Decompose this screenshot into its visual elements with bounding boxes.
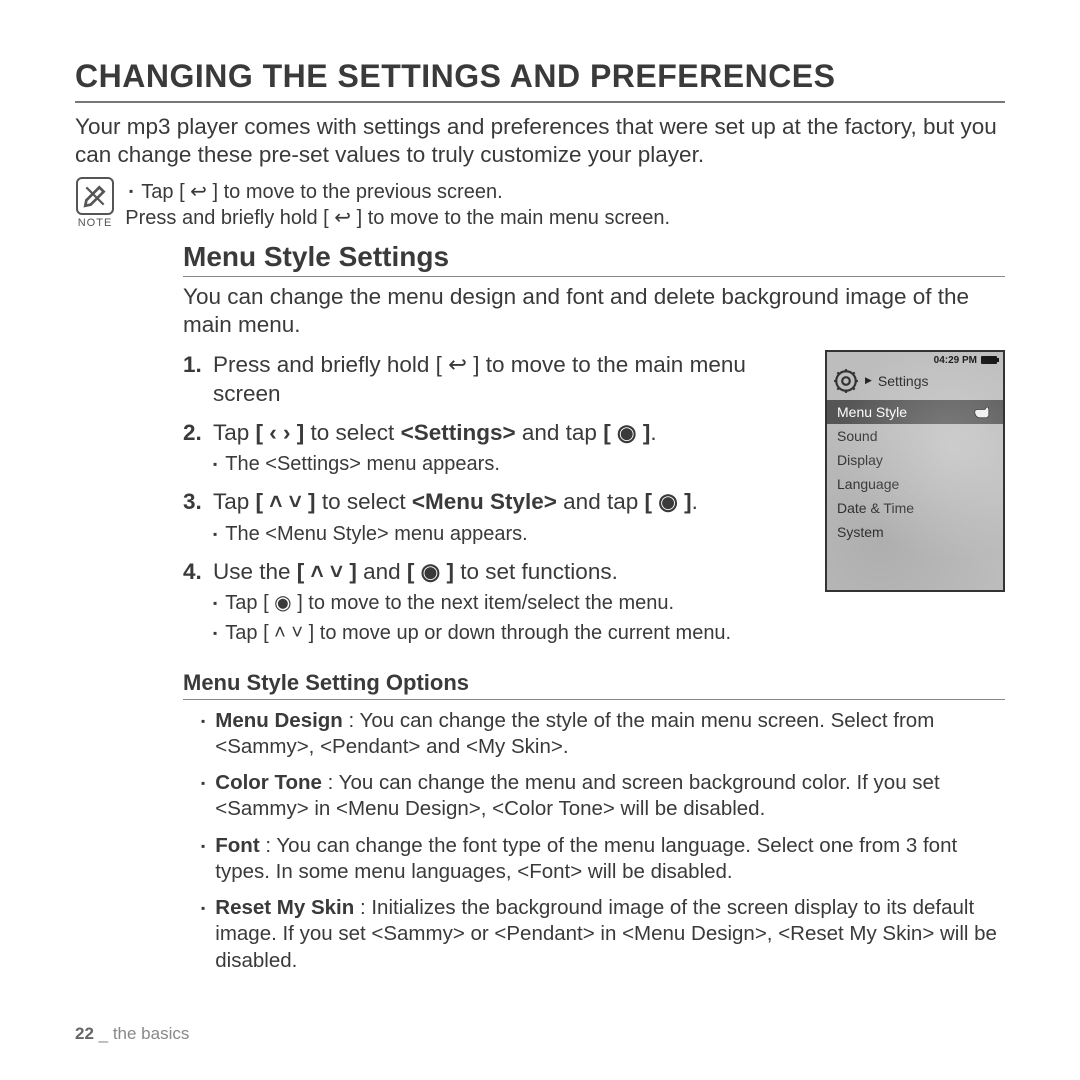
- note-line: ▪Tap [ ↩ ] to move to the previous scree…: [129, 179, 670, 205]
- step-item: 4. Use the [ ˄ ˅ ] and [ ◉ ] to set func…: [183, 557, 807, 646]
- section-title: Menu Style Settings: [183, 241, 1005, 277]
- step-sub: ▪Tap [ ˄ ˅ ] to move up or down through …: [213, 620, 807, 646]
- battery-icon: [981, 356, 997, 364]
- gear-icon: [833, 368, 859, 394]
- step-item: 1. Press and briefly hold [ ↩ ] to move …: [183, 350, 807, 409]
- device-menu-item[interactable]: Menu Style: [827, 400, 1003, 424]
- note-label: NOTE: [78, 217, 113, 229]
- option-item: ▪Color Tone : You can change the menu an…: [201, 770, 1005, 822]
- device-screenshot: 04:29 PM ▶ Settings Menu Style Sound Dis…: [825, 350, 1005, 592]
- page-footer: 22 _ the basics: [75, 1024, 189, 1044]
- step-sub: ▪Tap [ ◉ ] to move to the next item/sele…: [213, 590, 807, 616]
- option-item: ▪Menu Design : You can change the style …: [201, 708, 1005, 760]
- options-list: ▪Menu Design : You can change the style …: [183, 708, 1005, 974]
- note-icon: [76, 177, 114, 215]
- device-menu-item[interactable]: System: [827, 520, 1003, 544]
- option-item: ▪Font : You can change the font type of …: [201, 833, 1005, 885]
- step-text: Use the [ ˄ ˅ ] and [ ◉ ] to set functio…: [213, 559, 618, 584]
- device-menu-item[interactable]: Display: [827, 448, 1003, 472]
- step-sub: ▪The <Menu Style> menu appears.: [213, 521, 807, 547]
- options-title: Menu Style Setting Options: [183, 670, 1005, 700]
- step-item: 3. Tap [ ˄ ˅ ] to select <Menu Style> an…: [183, 487, 807, 546]
- option-item: ▪Reset My Skin : Initializes the backgro…: [201, 895, 1005, 974]
- note-block: NOTE ▪Tap [ ↩ ] to move to the previous …: [75, 177, 1005, 231]
- device-menu-item[interactable]: Sound: [827, 424, 1003, 448]
- step-item: 2. Tap [ ‹ › ] to select <Settings> and …: [183, 418, 807, 477]
- hand-icon: [973, 405, 993, 419]
- intro-text: Your mp3 player comes with settings and …: [75, 113, 1005, 169]
- device-menu-item[interactable]: Language: [827, 472, 1003, 496]
- device-header: Settings: [878, 373, 929, 389]
- page-title: CHANGING THE SETTINGS AND PREFERENCES: [75, 58, 1005, 103]
- note-line: ▪Press and briefly hold [ ↩ ] to move to…: [129, 205, 670, 231]
- step-text: Tap [ ˄ ˅ ] to select <Menu Style> and t…: [213, 489, 698, 514]
- device-menu-item[interactable]: Date & Time: [827, 496, 1003, 520]
- section-intro: You can change the menu design and font …: [183, 283, 1005, 339]
- step-sub: ▪The <Settings> menu appears.: [213, 451, 807, 477]
- device-time: 04:29 PM: [934, 355, 977, 366]
- device-menu: Menu Style Sound Display Language Date &…: [827, 400, 1003, 544]
- step-text: Tap [ ‹ › ] to select <Settings> and tap…: [213, 420, 657, 445]
- steps-list: 1. Press and briefly hold [ ↩ ] to move …: [183, 350, 807, 656]
